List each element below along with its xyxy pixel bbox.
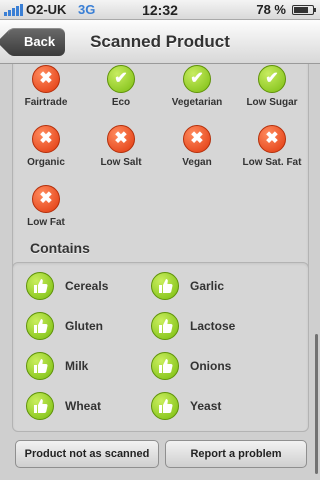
battery-percent: 78 % <box>256 2 286 17</box>
cross-icon: ✖ <box>32 65 60 93</box>
attribute-item: ✖ Organic <box>10 125 82 168</box>
check-icon: ✔ <box>258 65 286 93</box>
thumbs-up-icon <box>26 352 54 380</box>
attribute-item: ✖ Low Fat <box>10 185 82 228</box>
ingredient-label: Cereals <box>65 279 109 293</box>
ingredient-item: Milk <box>26 351 88 381</box>
ingredient-label: Onions <box>190 359 232 373</box>
attribute-item: ✖ Vegan <box>161 125 233 168</box>
contains-heading: Contains <box>30 240 90 256</box>
ingredient-item: Garlic <box>151 271 224 301</box>
thumbs-up-icon <box>26 392 54 420</box>
scroll-content[interactable]: ✖ Fairtrade ✔ Eco ✔ Vegetarian ✔ Low Sugar ✖ Orga… <box>0 64 320 480</box>
cross-icon: ✖ <box>183 125 211 153</box>
ingredient-item: Gluten <box>26 311 103 341</box>
thumbs-up-icon <box>151 352 179 380</box>
thumbs-up-icon <box>151 272 179 300</box>
ingredient-item: Yeast <box>151 391 221 421</box>
ingredient-item: Onions <box>151 351 231 381</box>
ingredient-label: Wheat <box>65 399 101 413</box>
attribute-label: Fairtrade <box>24 97 68 108</box>
attribute-item: ✔ Eco <box>85 65 157 108</box>
back-button[interactable]: Back <box>8 28 66 56</box>
thumbs-up-icon <box>26 312 54 340</box>
ingredient-item: Lactose <box>151 311 235 341</box>
thumbs-up-icon <box>26 272 54 300</box>
attribute-item: ✖ Low Salt <box>85 125 157 168</box>
attribute-label: Organic <box>27 157 65 168</box>
ingredient-label: Milk <box>65 359 89 373</box>
attribute-item: ✔ Low Sugar <box>236 65 308 108</box>
navigation-bar: Back Scanned Product <box>0 20 320 64</box>
ingredient-item: Wheat <box>26 391 101 421</box>
attribute-item: ✔ Vegetarian <box>161 65 233 108</box>
report-problem-button[interactable]: Report a problem <box>165 440 307 468</box>
cross-icon: ✖ <box>32 185 60 213</box>
ingredient-label: Garlic <box>190 279 225 293</box>
back-button-label: Back <box>8 28 66 56</box>
battery-icon <box>292 5 316 15</box>
ingredient-label: Yeast <box>190 399 222 413</box>
attribute-label: Vegan <box>182 157 212 168</box>
cross-icon: ✖ <box>32 125 60 153</box>
ingredient-item: Cereals <box>26 271 108 301</box>
thumbs-up-icon <box>151 392 179 420</box>
cross-icon: ✖ <box>107 125 135 153</box>
ingredient-label: Lactose <box>190 319 236 333</box>
attribute-label: Eco <box>111 97 131 108</box>
attribute-label: Low Sat. Fat <box>242 157 302 168</box>
attribute-label: Low Fat <box>27 217 65 228</box>
product-not-as-scanned-button[interactable]: Product not as scanned <box>15 440 159 468</box>
attribute-item: ✖ Low Sat. Fat <box>236 125 308 168</box>
attribute-item: ✖ Fairtrade <box>10 65 82 108</box>
attribute-label: Vegetarian <box>171 97 223 108</box>
status-bar: O2-UK 3G 12:32 78 % <box>0 0 320 20</box>
ingredient-label: Gluten <box>65 319 103 333</box>
attribute-label: Low Sugar <box>246 97 298 108</box>
attribute-label: Low Salt <box>100 157 142 168</box>
check-icon: ✔ <box>183 65 211 93</box>
check-icon: ✔ <box>107 65 135 93</box>
cross-icon: ✖ <box>258 125 286 153</box>
scrollbar[interactable] <box>315 334 318 474</box>
thumbs-up-icon <box>151 312 179 340</box>
contains-panel: Cereals Garlic Gluten Lactose Milk Onions Whea… <box>12 262 309 432</box>
